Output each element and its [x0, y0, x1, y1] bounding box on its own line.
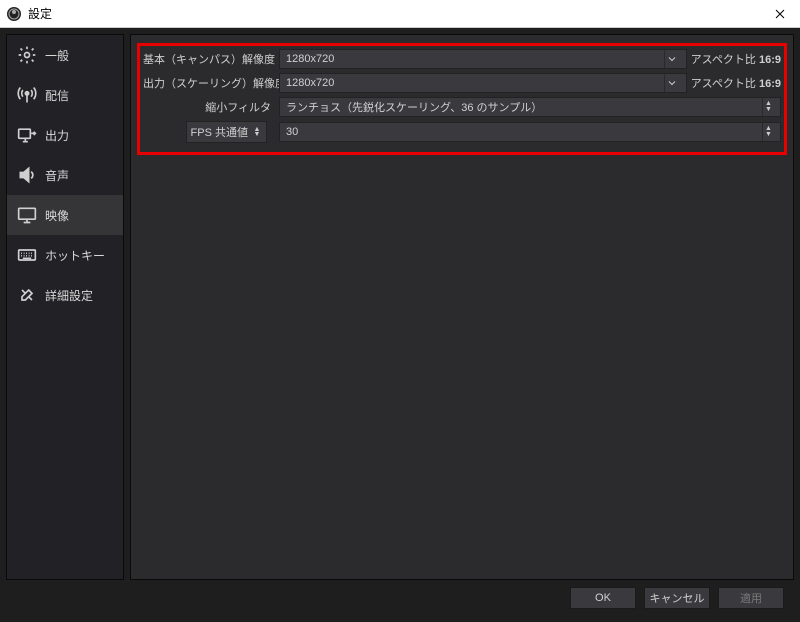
output-aspect: アスペクト比 16:9	[691, 75, 781, 91]
title-bar: 設定	[0, 0, 800, 28]
tools-icon	[17, 285, 37, 305]
base-resolution-label: 基本（キャンパス）解像度	[143, 51, 279, 67]
fps-type-select[interactable]: FPS 共通値 ▲▼	[186, 121, 267, 143]
chevron-down-icon	[664, 50, 680, 68]
sidebar-item-general[interactable]: 一般	[7, 35, 123, 75]
output-resolution-value: 1280x720	[286, 77, 334, 89]
output-resolution-label: 出力（スケーリング）解像度	[143, 75, 279, 91]
output-icon	[17, 125, 37, 145]
sidebar-item-hotkeys[interactable]: ホットキー	[7, 235, 123, 275]
window-title: 設定	[28, 5, 52, 22]
base-resolution-select[interactable]: 1280x720	[279, 49, 687, 69]
fps-value: 30	[286, 126, 298, 138]
base-resolution-value: 1280x720	[286, 53, 334, 65]
sidebar-item-advanced[interactable]: 詳細設定	[7, 275, 123, 315]
antenna-icon	[17, 85, 37, 105]
stepper-icon: ▲▼	[762, 123, 774, 141]
close-button[interactable]	[760, 0, 800, 28]
downscale-filter-value: ランチョス（先鋭化スケーリング、36 のサンプル）	[286, 99, 542, 115]
gear-icon	[17, 45, 37, 65]
monitor-icon	[17, 205, 37, 225]
sidebar-item-stream[interactable]: 配信	[7, 75, 123, 115]
sidebar-item-video[interactable]: 映像	[7, 195, 123, 235]
sidebar-item-label: 詳細設定	[45, 287, 93, 304]
sidebar-item-label: 配信	[45, 87, 69, 104]
sidebar-item-output[interactable]: 出力	[7, 115, 123, 155]
obs-logo-icon	[6, 6, 22, 22]
downscale-filter-label: 縮小フィルタ	[143, 99, 279, 115]
apply-button: 適用	[718, 587, 784, 609]
sidebar-item-label: 映像	[45, 207, 69, 224]
settings-sidebar: 一般 配信 出力 音声	[6, 34, 124, 580]
dialog-footer: OK キャンセル 適用	[6, 580, 794, 616]
sidebar-item-label: ホットキー	[45, 247, 105, 264]
highlight-annotation: 基本（キャンパス）解像度 1280x720 アスペクト比 16:9 出力（スケー…	[137, 43, 787, 155]
ok-button[interactable]: OK	[570, 587, 636, 609]
sidebar-item-audio[interactable]: 音声	[7, 155, 123, 195]
downscale-filter-select[interactable]: ランチョス（先鋭化スケーリング、36 のサンプル） ▲▼	[279, 97, 781, 117]
keyboard-icon	[17, 245, 37, 265]
chevron-down-icon	[664, 74, 680, 92]
speaker-icon	[17, 165, 37, 185]
stepper-icon: ▲▼	[252, 127, 262, 137]
video-settings-panel: 基本（キャンパス）解像度 1280x720 アスペクト比 16:9 出力（スケー…	[130, 34, 794, 580]
stepper-icon: ▲▼	[762, 98, 774, 116]
cancel-button[interactable]: キャンセル	[644, 587, 710, 609]
output-resolution-select[interactable]: 1280x720	[279, 73, 687, 93]
sidebar-item-label: 出力	[45, 127, 69, 144]
sidebar-item-label: 一般	[45, 47, 69, 64]
sidebar-item-label: 音声	[45, 167, 69, 184]
base-aspect: アスペクト比 16:9	[691, 51, 781, 67]
fps-type-label: FPS 共通値	[191, 124, 248, 140]
fps-value-select[interactable]: 30 ▲▼	[279, 122, 781, 142]
